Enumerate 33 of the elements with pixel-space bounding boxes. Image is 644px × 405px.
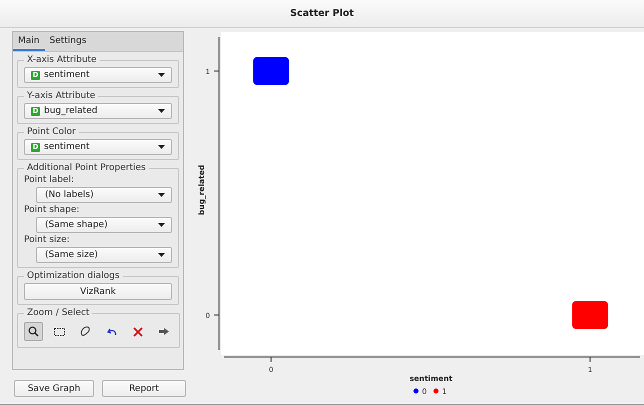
window-title: Scatter Plot bbox=[290, 8, 354, 19]
report-button[interactable]: Report bbox=[102, 380, 186, 397]
tab[interactable]: Main bbox=[13, 32, 44, 51]
arrow-icon bbox=[158, 328, 168, 335]
field-label: Point size: bbox=[24, 235, 71, 245]
field-label: Point label: bbox=[24, 175, 76, 185]
caret-icon bbox=[158, 223, 165, 227]
tool-button[interactable] bbox=[24, 322, 43, 341]
point-cluster bbox=[253, 57, 290, 86]
undo-icon bbox=[106, 328, 116, 336]
caret-icon bbox=[158, 193, 165, 197]
group-title: Y-axis Attribute bbox=[26, 91, 96, 101]
rectangle-select-icon bbox=[54, 328, 65, 336]
vizrank-button[interactable]: VizRank bbox=[24, 283, 172, 300]
field-label: Point shape: bbox=[24, 205, 80, 215]
caret-icon bbox=[158, 109, 165, 113]
group-title: Point Color bbox=[26, 127, 77, 137]
property-dropdown[interactable]: (Same size) bbox=[36, 247, 172, 263]
caret-icon bbox=[158, 73, 165, 77]
caret-icon bbox=[158, 145, 165, 149]
search-icon bbox=[28, 326, 39, 337]
caret-icon bbox=[158, 253, 165, 257]
property-dropdown[interactable]: (Same shape) bbox=[36, 217, 172, 233]
tab[interactable]: Settings bbox=[44, 32, 92, 51]
save-graph-button[interactable]: Save Graph bbox=[14, 380, 94, 397]
lasso-icon bbox=[80, 326, 91, 337]
group-title: Additional Point Properties bbox=[26, 163, 147, 173]
property-dropdown[interactable]: (No labels) bbox=[36, 187, 172, 203]
close-icon bbox=[132, 326, 142, 336]
group-title: Zoom / Select bbox=[26, 308, 90, 318]
point-cluster bbox=[572, 301, 608, 329]
group-title: X-axis Attribute bbox=[26, 55, 98, 65]
group-title: Optimization dialogs bbox=[26, 271, 121, 281]
